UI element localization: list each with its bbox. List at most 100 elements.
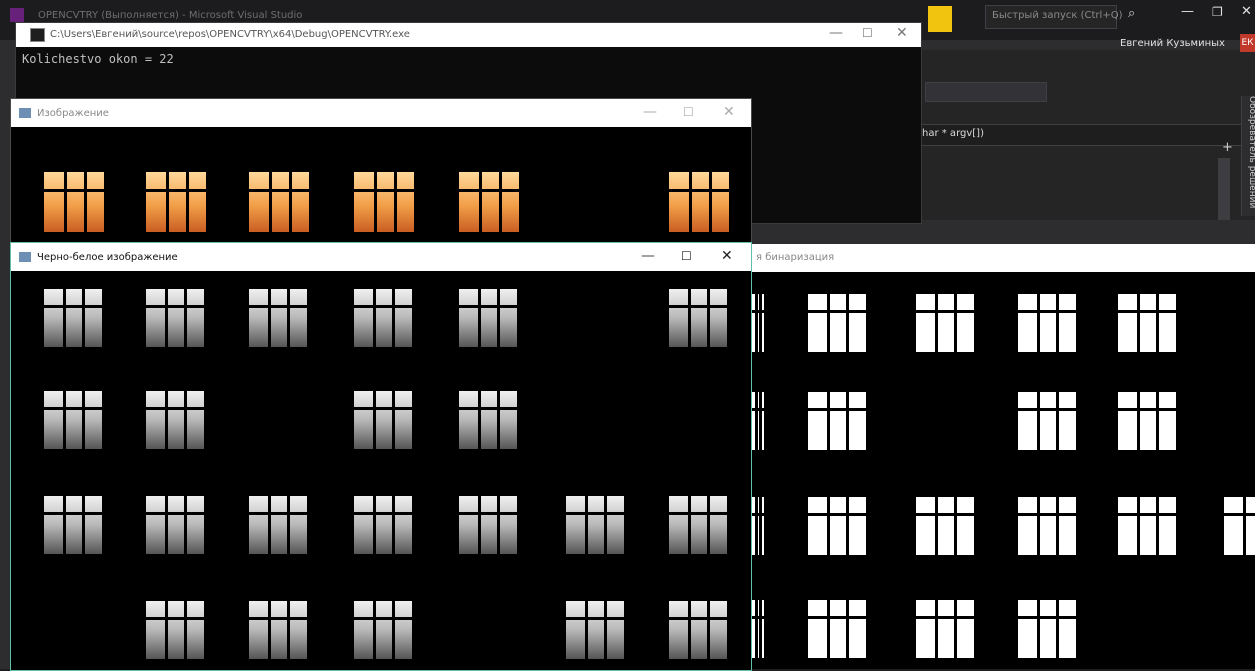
vs-scrollbar[interactable] bbox=[1218, 158, 1230, 220]
original-image bbox=[11, 127, 751, 259]
window-frame-bar bbox=[354, 407, 412, 410]
grayscale-image-window[interactable]: Черно-белое изображение — ☐ ✕ bbox=[10, 242, 752, 671]
window-frame-bar bbox=[808, 310, 866, 313]
window-frame-bar bbox=[707, 289, 710, 347]
window-frame-bar bbox=[373, 289, 376, 347]
user-avatar[interactable]: ЕК bbox=[1240, 34, 1255, 52]
window-frame-bar bbox=[846, 392, 849, 450]
original-image-window[interactable]: Изображение — ☐ ✕ bbox=[10, 98, 752, 260]
lit-window bbox=[249, 172, 309, 232]
window-frame-bar bbox=[709, 172, 712, 232]
binarization-titlebar[interactable]: я бинаризация bbox=[748, 244, 1255, 272]
console-titlebar[interactable]: C:\Users\Евгений\source\repos\OPENCVTRY\… bbox=[16, 23, 921, 47]
filter-icon[interactable] bbox=[928, 6, 952, 32]
binary-window bbox=[1118, 392, 1176, 450]
binarization-window[interactable]: я бинаризация bbox=[748, 244, 1255, 669]
binary-window bbox=[1018, 392, 1076, 450]
window-frame-bar bbox=[64, 172, 67, 232]
binary-window bbox=[1018, 294, 1076, 352]
window-frame-bar bbox=[954, 497, 957, 555]
search-icon[interactable]: ⌕ bbox=[1128, 6, 1135, 21]
binary-window bbox=[1118, 497, 1176, 555]
window-frame-bar bbox=[479, 172, 482, 232]
window-frame-bar bbox=[688, 496, 691, 554]
window-frame-bar bbox=[1137, 497, 1140, 555]
gray-window bbox=[44, 496, 102, 554]
window-frame-bar bbox=[1018, 310, 1076, 313]
console-maximize-button[interactable]: ☐ bbox=[862, 26, 873, 40]
window-frame-bar bbox=[1118, 310, 1176, 313]
window-frame-bar bbox=[954, 294, 957, 352]
gray-window bbox=[669, 601, 727, 659]
solution-explorer-tab[interactable]: Обозреватель решений bbox=[1241, 96, 1255, 216]
gray-window bbox=[669, 496, 727, 554]
console-close-button[interactable]: ✕ bbox=[896, 25, 908, 41]
original-titlebar[interactable]: Изображение — ☐ ✕ bbox=[11, 99, 751, 127]
window-frame-bar bbox=[287, 496, 290, 554]
window-frame-bar bbox=[184, 289, 187, 347]
window-frame-bar bbox=[63, 391, 66, 449]
console-minimize-button[interactable]: — bbox=[829, 25, 843, 41]
binary-window bbox=[750, 497, 764, 555]
binary-window bbox=[1018, 600, 1076, 658]
window-frame-bar bbox=[84, 172, 87, 232]
split-icon[interactable]: + bbox=[1222, 140, 1233, 155]
binary-window bbox=[750, 392, 764, 450]
vs-close-button[interactable]: ✕ bbox=[1241, 4, 1252, 19]
lit-window bbox=[146, 172, 206, 232]
window-frame-bar bbox=[1056, 600, 1059, 658]
gray-window bbox=[566, 601, 624, 659]
window-frame-bar bbox=[44, 407, 102, 410]
window-frame-bar bbox=[268, 289, 271, 347]
gray-window bbox=[249, 496, 307, 554]
original-close-button[interactable]: ✕ bbox=[723, 104, 735, 120]
window-frame-bar bbox=[750, 616, 764, 619]
gray-window bbox=[354, 496, 412, 554]
window-frame-bar bbox=[846, 497, 849, 555]
window-frame-bar bbox=[165, 496, 168, 554]
original-minimize-button[interactable]: — bbox=[643, 104, 657, 120]
lit-window bbox=[669, 172, 729, 232]
window-frame-bar bbox=[63, 496, 66, 554]
window-frame-bar bbox=[1243, 497, 1246, 555]
window-frame-bar bbox=[808, 408, 866, 411]
binary-window bbox=[916, 294, 974, 352]
user-name[interactable]: Евгений Кузьминых bbox=[1120, 38, 1225, 49]
window-frame-bar bbox=[759, 600, 762, 658]
original-maximize-button[interactable]: ☐ bbox=[683, 105, 694, 119]
grayscale-maximize-button[interactable]: ☐ bbox=[681, 249, 692, 263]
window-frame-bar bbox=[165, 601, 168, 659]
window-frame-bar bbox=[1156, 294, 1159, 352]
window-frame-bar bbox=[755, 294, 758, 352]
window-frame-bar bbox=[82, 391, 85, 449]
binary-window bbox=[1118, 294, 1176, 352]
window-frame-bar bbox=[184, 496, 187, 554]
grayscale-close-button[interactable]: ✕ bbox=[721, 248, 733, 264]
window-frame-bar bbox=[755, 392, 758, 450]
window-frame-bar bbox=[184, 391, 187, 449]
window-frame-bar bbox=[808, 513, 866, 516]
window-frame-bar bbox=[585, 601, 588, 659]
grayscale-minimize-button[interactable]: — bbox=[641, 248, 655, 264]
window-frame-bar bbox=[249, 617, 307, 620]
window-frame-bar bbox=[1037, 294, 1040, 352]
vs-scope-dropdown[interactable] bbox=[925, 82, 1047, 102]
window-frame-bar bbox=[669, 512, 727, 515]
window-frame-bar bbox=[44, 189, 104, 192]
window-frame-bar bbox=[146, 617, 204, 620]
vs-restore-button[interactable]: ❐ bbox=[1212, 5, 1223, 19]
window-frame-bar bbox=[755, 600, 758, 658]
quick-launch-input[interactable]: Быстрый запуск (Ctrl+Q) bbox=[985, 5, 1122, 29]
window-frame-bar bbox=[669, 617, 727, 620]
window-frame-bar bbox=[1224, 513, 1255, 516]
grayscale-titlebar[interactable]: Черно-белое изображение — ☐ ✕ bbox=[11, 243, 751, 271]
window-frame-bar bbox=[759, 497, 762, 555]
console-title: C:\Users\Евгений\source\repos\OPENCVTRY\… bbox=[50, 29, 410, 40]
window-frame-bar bbox=[669, 305, 727, 308]
window-frame-bar bbox=[165, 289, 168, 347]
vs-minimize-button[interactable]: — bbox=[1181, 4, 1194, 19]
window-frame-bar bbox=[755, 497, 758, 555]
window-frame-bar bbox=[497, 496, 500, 554]
window-frame-bar bbox=[1037, 497, 1040, 555]
window-frame-bar bbox=[459, 305, 517, 308]
